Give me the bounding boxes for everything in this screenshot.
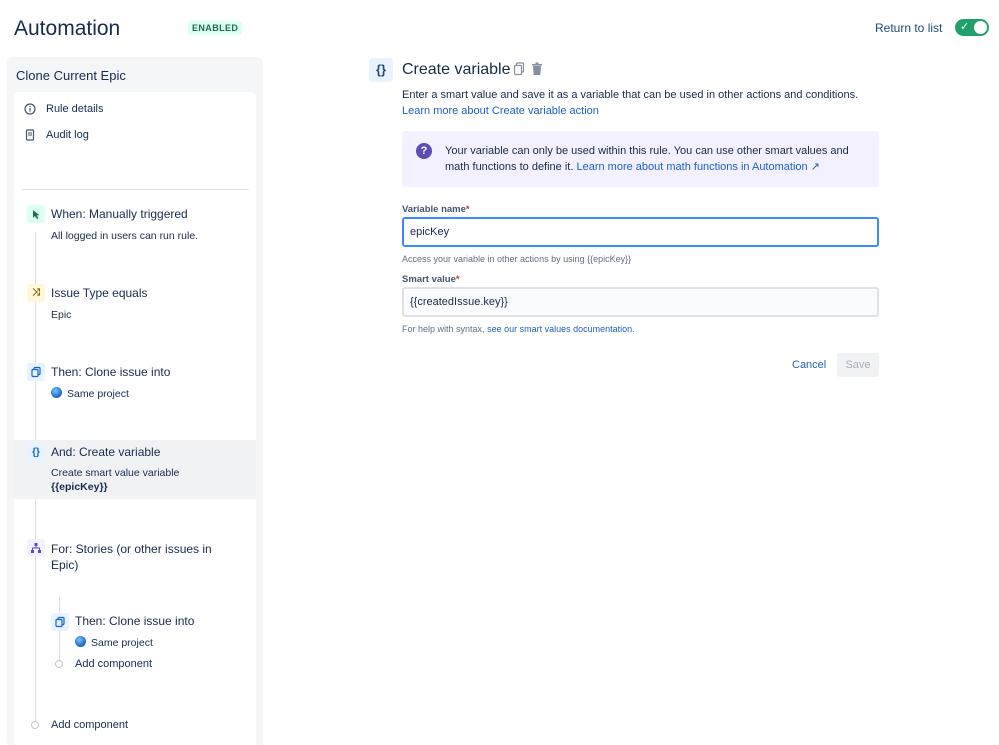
add-component-nested-button[interactable]: Add component bbox=[75, 658, 152, 670]
step-clone-action[interactable]: Then: Clone issue into Same project bbox=[14, 361, 256, 409]
step-create-variable[interactable]: {} And: Create variable Create smart val… bbox=[14, 440, 256, 499]
cancel-button[interactable]: Cancel bbox=[784, 353, 834, 377]
step-subtitle: All logged in users can run rule. bbox=[51, 230, 199, 242]
learn-more-math-functions-link[interactable]: Learn more about math functions in Autom… bbox=[576, 161, 819, 173]
return-to-list-link[interactable]: Return to list bbox=[875, 21, 942, 35]
copy-icon[interactable] bbox=[513, 62, 525, 76]
braces-icon: {} bbox=[27, 444, 45, 462]
step-variable-name: {{epicKey}} bbox=[51, 481, 108, 493]
step-subtitle: Create smart value variable bbox=[51, 467, 180, 479]
step-nested-clone-action[interactable]: Then: Clone issue into Same project bbox=[14, 610, 256, 658]
toggle-knob bbox=[974, 21, 987, 34]
rule-sidebar: Clone Current Epic Rule details Audit lo… bbox=[7, 57, 263, 745]
save-button[interactable]: Save bbox=[837, 353, 879, 377]
project-globe-icon bbox=[75, 636, 86, 647]
variable-name-label: Variable name* bbox=[402, 204, 470, 215]
smart-value-helper: For help with syntax, see our smart valu… bbox=[402, 324, 635, 334]
check-icon: ✓ bbox=[960, 21, 970, 33]
rule-name: Clone Current Epic bbox=[16, 68, 126, 83]
step-trigger[interactable]: When: Manually triggered All logged in u… bbox=[14, 203, 256, 251]
braces-icon: {} bbox=[369, 58, 393, 82]
hierarchy-icon bbox=[27, 539, 45, 557]
add-component-button[interactable]: Add component bbox=[51, 719, 128, 731]
status-badge: ENABLED bbox=[188, 21, 243, 35]
page-title: Automation bbox=[14, 17, 121, 40]
smart-values-docs-link[interactable]: see our smart values documentation. bbox=[487, 324, 635, 334]
info-panel-text: Your variable can only be used within th… bbox=[445, 145, 849, 173]
component-title: Create variable bbox=[402, 61, 511, 78]
menu-item-audit-log[interactable]: Audit log bbox=[24, 129, 89, 141]
project-globe-icon bbox=[51, 387, 62, 398]
document-icon bbox=[24, 129, 36, 141]
step-subtitle: Same project bbox=[75, 636, 153, 650]
step-title: Then: Clone issue into bbox=[75, 614, 195, 628]
info-panel: ? Your variable can only be used within … bbox=[402, 131, 879, 187]
menu-item-label: Rule details bbox=[46, 103, 104, 115]
divider bbox=[22, 189, 249, 190]
smart-value-label: Smart value* bbox=[402, 274, 460, 285]
smart-value-input[interactable] bbox=[402, 287, 879, 317]
rule-enabled-toggle[interactable]: ✓ bbox=[955, 19, 989, 36]
step-title: For: Stories (or other issues in Epic) bbox=[51, 542, 212, 572]
variable-name-helper: Access your variable in other actions by… bbox=[402, 254, 632, 264]
menu-item-label: Audit log bbox=[46, 129, 89, 141]
trash-icon[interactable] bbox=[531, 62, 543, 76]
question-icon: ? bbox=[416, 143, 432, 159]
step-title: Issue Type equals bbox=[51, 286, 148, 300]
variable-name-input[interactable] bbox=[402, 217, 879, 247]
cursor-click-icon bbox=[27, 205, 45, 223]
info-icon bbox=[24, 103, 36, 115]
clone-icon bbox=[51, 613, 69, 631]
add-component-dot bbox=[55, 660, 63, 668]
step-branch[interactable]: For: Stories (or other issues in Epic) bbox=[14, 537, 256, 577]
menu-item-rule-details[interactable]: Rule details bbox=[24, 103, 103, 115]
step-title: When: Manually triggered bbox=[51, 207, 188, 221]
rule-steps-panel: Rule details Audit log When: Manually tr… bbox=[14, 92, 256, 745]
component-description: Enter a smart value and save it as a var… bbox=[402, 89, 859, 117]
step-condition[interactable]: ⤨ Issue Type equals Epic bbox=[14, 282, 256, 330]
add-component-dot bbox=[31, 721, 39, 729]
step-title: Then: Clone issue into bbox=[51, 365, 171, 379]
step-subtitle: Epic bbox=[51, 309, 72, 321]
step-subtitle: Same project bbox=[51, 387, 129, 401]
step-title: And: Create variable bbox=[51, 445, 161, 459]
clone-icon bbox=[27, 363, 45, 381]
learn-more-create-variable-link[interactable]: Learn more about Create variable action bbox=[402, 105, 599, 117]
shuffle-icon: ⤨ bbox=[27, 284, 45, 302]
